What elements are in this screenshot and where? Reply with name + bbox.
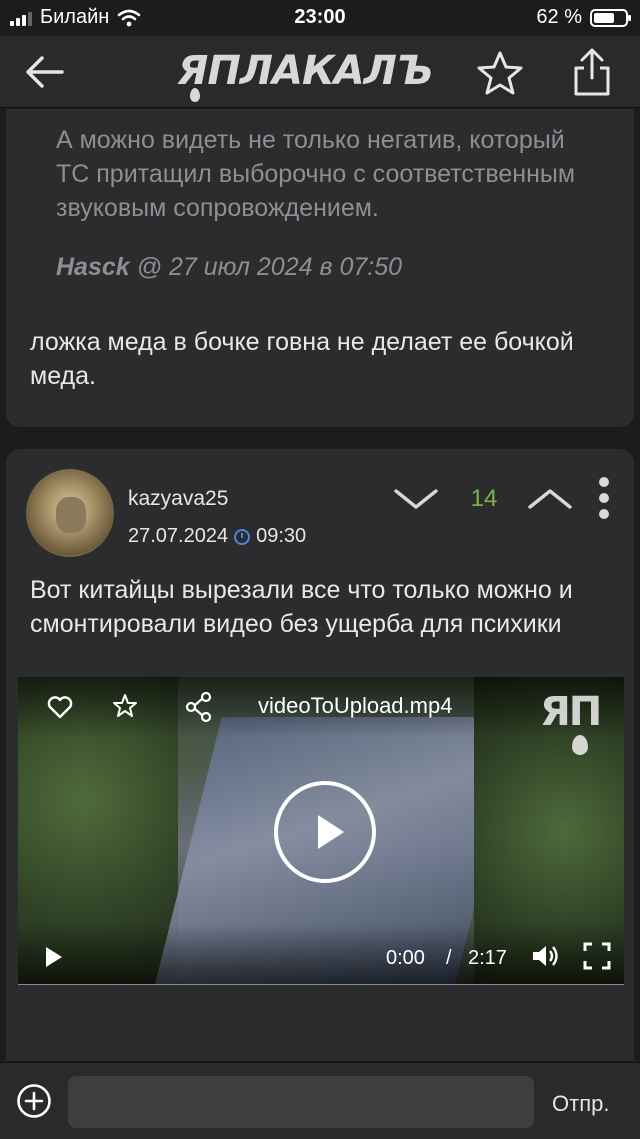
comments-feed[interactable]: А можно видеть не только негатив, которы… — [0, 109, 640, 1061]
quote-text: А можно видеть не только негатив, которы… — [56, 126, 576, 222]
video-player[interactable]: videoToUpload.mp4 ЯП 0:00 / 2:17 — [18, 677, 624, 985]
video-duration: 2:17 — [468, 947, 507, 969]
volume-icon[interactable] — [530, 941, 560, 971]
comment-input[interactable] — [68, 1076, 534, 1128]
post-card: kazyava25 27.07.2024 09:30 14 Вот китайц… — [6, 449, 634, 1061]
rating-score: 14 — [470, 485, 498, 512]
quote-meta: Hasck @ 27 июл 2024 в 07:50 — [56, 253, 402, 282]
post-text: Вот китайцы вырезали все что только можн… — [30, 576, 573, 638]
logo-drop-icon — [190, 88, 200, 102]
video-current-time: 0:00 — [386, 947, 425, 969]
post-date: 27.07.2024 09:30 — [128, 525, 306, 548]
status-bar: Билайн 23:00 62 % — [0, 0, 640, 36]
post-date-value: 27.07.2024 — [128, 525, 229, 547]
vote-up-chevron-icon[interactable] — [526, 483, 574, 513]
video-title: videoToUpload.mp4 — [258, 693, 453, 718]
send-button[interactable]: Отпр. — [552, 1091, 609, 1117]
play-icon[interactable] — [46, 947, 62, 967]
more-vertical-icon[interactable] — [596, 477, 612, 521]
post-time-value: 09:30 — [256, 525, 307, 547]
comment-text: ложка меда в бочке говна не делает ее бо… — [30, 328, 574, 390]
battery-icon — [590, 8, 631, 27]
clock-icon — [234, 528, 251, 545]
share-nodes-icon[interactable] — [184, 691, 214, 723]
avatar[interactable] — [26, 469, 114, 557]
back-arrow-icon[interactable] — [22, 52, 66, 92]
comment-composer: Отпр. — [0, 1062, 640, 1139]
vote-down-chevron-icon[interactable] — [392, 483, 440, 513]
battery-group: 62 % — [536, 6, 631, 29]
quote-date: @ 27 июл 2024 в 07:50 — [129, 253, 403, 281]
quote-author[interactable]: Hasck — [56, 253, 130, 281]
battery-percent: 62 % — [536, 6, 582, 28]
comment-card: А можно видеть не только негатив, которы… — [6, 109, 634, 427]
video-time-separator: / — [446, 947, 452, 969]
bookmark-star-icon[interactable] — [110, 691, 140, 721]
app-logo[interactable]: ЯПЛАКАЛЪ — [160, 48, 450, 102]
favorite-star-icon[interactable] — [476, 50, 524, 96]
share-icon[interactable] — [570, 46, 614, 98]
watermark-drop-icon — [572, 735, 588, 755]
add-attachment-icon[interactable] — [16, 1083, 52, 1119]
nav-bar: ЯПЛАКАЛЪ — [0, 36, 640, 108]
video-watermark: ЯП — [540, 689, 602, 735]
username[interactable]: kazyava25 — [128, 487, 228, 511]
fullscreen-icon[interactable] — [582, 941, 612, 971]
play-button-icon[interactable] — [274, 781, 376, 883]
heart-icon[interactable] — [46, 693, 74, 721]
